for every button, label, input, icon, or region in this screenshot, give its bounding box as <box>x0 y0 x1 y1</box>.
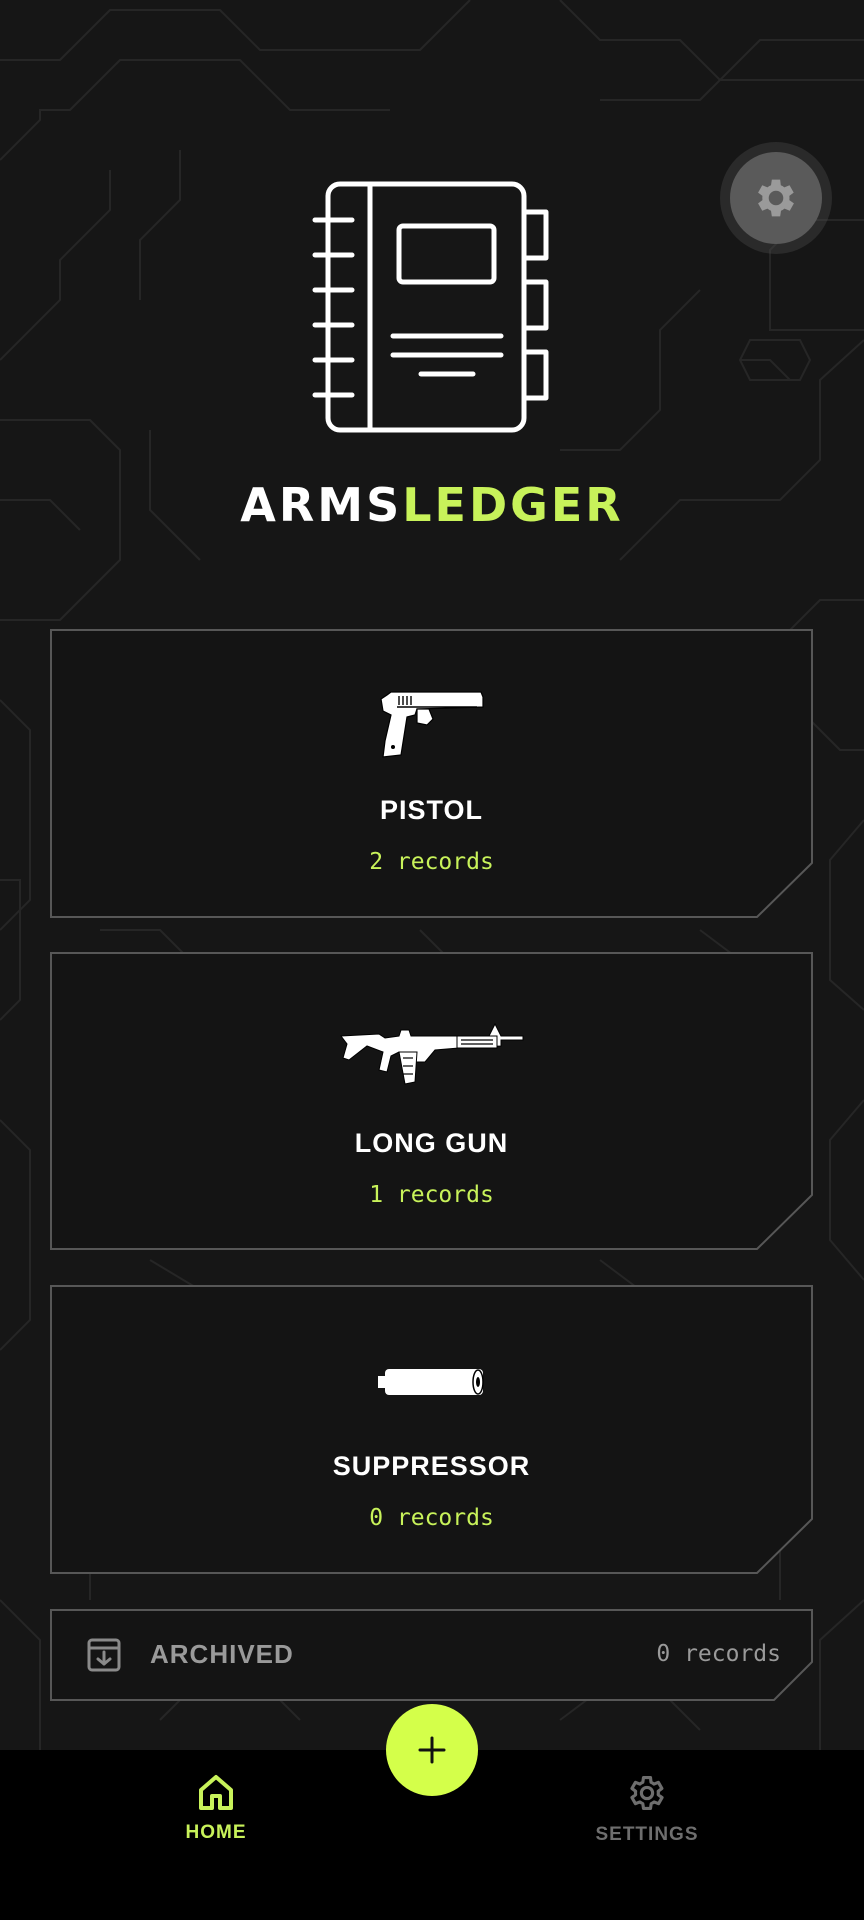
archived-label: ARCHIVED <box>150 1639 294 1669</box>
app-logo <box>300 170 570 450</box>
category-title: PISTOL <box>379 795 484 825</box>
category-card-long-gun[interactable]: LONG GUN 1 records <box>50 952 813 1250</box>
app-title-part1: ARMS <box>240 478 403 532</box>
nav-settings[interactable]: SETTINGS <box>567 1772 727 1846</box>
rifle-icon <box>50 1022 813 1086</box>
gear-icon <box>758 179 794 217</box>
nav-settings-label: SETTINGS <box>595 1824 699 1845</box>
category-count: 0 records <box>369 1505 494 1531</box>
category-card-pistol[interactable]: PISTOL 2 records <box>50 629 813 918</box>
suppressor-icon <box>50 1365 813 1399</box>
pistol-icon <box>50 689 813 761</box>
app-title-part2: LEDGER <box>402 478 624 532</box>
category-count: 1 records <box>369 1182 494 1208</box>
app-title: ARMSLEDGER <box>0 478 864 532</box>
notebook-icon <box>312 181 549 433</box>
settings-button[interactable] <box>730 152 822 244</box>
nav-home[interactable]: HOME <box>136 1772 296 1844</box>
add-button[interactable] <box>386 1704 478 1796</box>
archive-icon <box>86 1637 122 1677</box>
archived-row[interactable]: ARCHIVED 0 records <box>50 1609 813 1701</box>
category-title: LONG GUN <box>354 1128 509 1158</box>
home-icon <box>199 1775 233 1810</box>
plus-icon <box>418 1736 446 1764</box>
category-title: SUPPRESSOR <box>332 1451 531 1481</box>
category-count: 2 records <box>369 849 494 875</box>
gear-icon <box>630 1776 664 1810</box>
nav-home-label: HOME <box>185 1822 247 1843</box>
archived-count: 0 records <box>656 1641 781 1667</box>
category-card-suppressor[interactable]: SUPPRESSOR 0 records <box>50 1285 813 1574</box>
